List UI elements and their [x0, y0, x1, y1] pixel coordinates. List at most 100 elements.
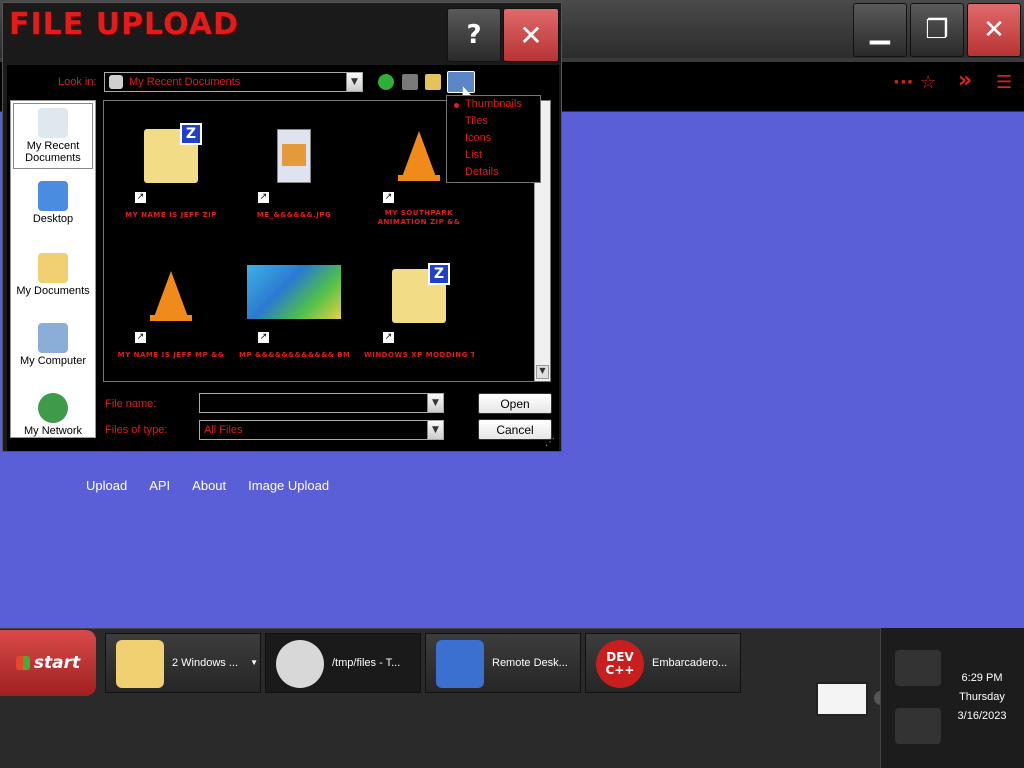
browser-close-button[interactable]: ✕ [967, 3, 1021, 57]
page-nav-links: Upload API About Image Upload [86, 478, 351, 493]
close-icon: ✕ [983, 15, 1005, 45]
places-bar: My Recent Documents Desktop My Documents… [10, 100, 96, 438]
chevron-down-icon: ▼ [427, 394, 443, 412]
chevron-down-icon: ▼ [427, 421, 443, 439]
place-my-network[interactable]: My Network [13, 389, 93, 455]
chevron-down-icon: ▼ [250, 658, 258, 667]
network-icon [38, 393, 68, 423]
remote-desktop-icon [436, 640, 484, 688]
menu-item-details[interactable]: Details [465, 166, 499, 178]
place-label: My Documents [16, 285, 90, 297]
folder-icon [116, 640, 164, 688]
overflow-icon[interactable]: » [958, 68, 972, 93]
camera-icon[interactable] [895, 650, 941, 686]
place-my-computer[interactable]: My Computer [13, 319, 93, 385]
file-name: ME_&&&&&&.JPG [256, 211, 332, 219]
help-button[interactable]: ? [447, 8, 501, 62]
link-about[interactable]: About [192, 478, 226, 493]
clock-time[interactable]: 6:29 PM [940, 672, 1024, 684]
clock-date: 3/16/2023 [957, 710, 1007, 722]
scroll-down-icon[interactable]: ▼ [536, 365, 549, 379]
file-name-field[interactable]: ▼ [199, 393, 444, 413]
start-label: start [33, 653, 81, 673]
file-item[interactable]: ↗ MP &&&&&&&&&&&& BMP [239, 249, 349, 379]
link-image-upload[interactable]: Image Upload [248, 478, 329, 493]
game-screenshot-thumbnail [247, 265, 341, 319]
look-in-value: My Recent Documents [129, 76, 241, 88]
shortcut-arrow-icon: ↗ [382, 191, 395, 204]
desktop-icon [38, 181, 68, 211]
dialog-close-button[interactable]: ✕ [503, 8, 559, 62]
desktop-screen: ▁ ❐ ✕ ··· ☆ » ☰ Upload API About Image U… [0, 0, 1024, 768]
restore-button[interactable]: ❐ [910, 3, 964, 57]
shortcut-arrow-icon: ↗ [257, 331, 270, 344]
look-in-label: Look in: [58, 76, 97, 88]
back-icon[interactable] [378, 74, 394, 90]
star-icon[interactable]: ☆ [920, 72, 936, 93]
zip-folder-icon: Z [144, 123, 202, 183]
new-folder-icon[interactable] [425, 74, 441, 90]
up-folder-icon[interactable] [402, 74, 418, 90]
recent-documents-icon [109, 75, 123, 89]
shortcut-arrow-icon: ↗ [257, 191, 270, 204]
taskbar-item-remote-desktop[interactable]: Remote Desk... [425, 633, 581, 693]
network-tray-icon[interactable] [895, 708, 941, 744]
file-item[interactable]: Z ↗ MY NAME IS JEFF ZIP [116, 109, 226, 239]
recent-documents-icon [38, 108, 68, 138]
taskbar-item-terminal[interactable]: /tmp/files - T... [265, 633, 421, 693]
file-name: MY SOUTHPARK ANIMATION ZIP && [377, 209, 461, 226]
taskbar-item-embarcadero[interactable]: DEV C++ Embarcadero... [585, 633, 741, 693]
menu-item-list[interactable]: List [465, 149, 482, 161]
shortcut-arrow-icon: ↗ [134, 191, 147, 204]
task-label: /tmp/files - T... [332, 657, 401, 669]
on-screen-keyboard-icon[interactable] [816, 682, 868, 716]
files-of-type-value: All Files [204, 424, 243, 436]
cancel-button[interactable]: Cancel [478, 419, 552, 440]
shortcut-arrow-icon: ↗ [134, 331, 147, 344]
link-upload[interactable]: Upload [86, 478, 127, 493]
place-label: My Network [23, 425, 83, 437]
more-icon[interactable]: ··· [893, 72, 914, 93]
file-item[interactable]: ↗ MY NAME IS JEFF MP && [116, 249, 226, 379]
taskbar-item-windows-explorer[interactable]: 2 Windows ... ▼ [105, 633, 261, 693]
vlc-cone-icon [392, 129, 446, 183]
link-api[interactable]: API [149, 478, 170, 493]
place-my-documents[interactable]: My Documents [13, 249, 93, 315]
chevron-down-icon: ▼ [346, 73, 362, 91]
file-name-label: File name: [105, 398, 157, 410]
open-button[interactable]: Open [478, 393, 552, 414]
start-button[interactable]: start [0, 630, 96, 696]
selected-bullet-icon [454, 103, 459, 108]
menu-icon[interactable]: ☰ [996, 72, 1012, 93]
file-name: MY NAME IS JEFF MP && [117, 351, 225, 359]
image-file-icon [277, 129, 311, 183]
menu-item-tiles[interactable]: Tiles [465, 115, 488, 127]
files-of-type-label: Files of type: [105, 424, 168, 436]
file-name: MY NAME IS JEFF ZIP [125, 211, 217, 219]
files-of-type-dropdown[interactable]: All Files ▼ [199, 420, 444, 440]
my-computer-icon [38, 323, 68, 353]
devcpp-icon: DEV C++ [596, 640, 644, 688]
raccoon-icon [276, 640, 324, 688]
dialog-title: FILE UPLOAD [9, 7, 239, 42]
look-in-dropdown[interactable]: My Recent Documents ▼ [104, 72, 363, 92]
menu-item-icons[interactable]: Icons [465, 132, 491, 144]
menu-item-thumbnails[interactable]: Thumbnails [465, 98, 522, 110]
task-label: 2 Windows ... [172, 657, 239, 669]
file-name: MP &&&&&&&&&&&& BMP [239, 351, 349, 359]
place-my-recent-documents[interactable]: My Recent Documents [13, 103, 93, 169]
place-desktop[interactable]: Desktop [13, 177, 93, 243]
file-item[interactable]: Z ↗ WINDOWS XP MODDING TOOL ZIP [364, 249, 474, 379]
minimize-icon: ▁ [870, 15, 890, 45]
file-item[interactable]: ↗ ME_&&&&&&.JPG [239, 109, 349, 239]
help-icon: ? [466, 20, 482, 50]
vlc-cone-icon [144, 269, 198, 323]
task-label: Embarcadero... [652, 657, 728, 669]
clock-day: Thursday [959, 691, 1005, 703]
resize-grip-icon[interactable]: ⋰ [545, 437, 555, 448]
place-label: My Recent Documents [25, 140, 81, 164]
minimize-button[interactable]: ▁ [853, 3, 907, 57]
windows-logo-icon [15, 656, 30, 670]
views-dropdown-menu: Thumbnails Tiles Icons List Details [446, 95, 541, 183]
my-documents-icon [38, 253, 68, 283]
